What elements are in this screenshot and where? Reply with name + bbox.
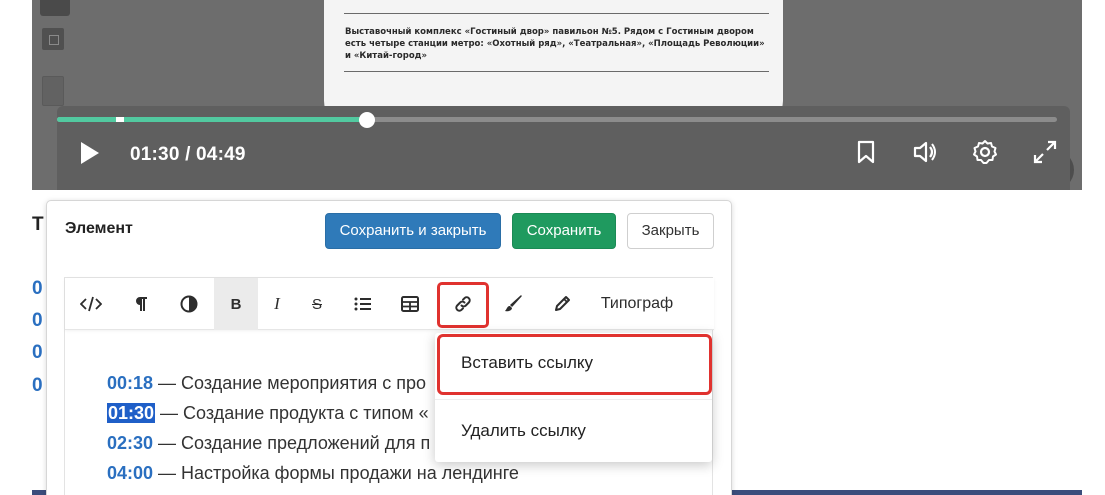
line-text: — Создание мероприятия с про xyxy=(153,373,427,393)
bold-button[interactable]: B xyxy=(214,278,258,330)
timestamp-link[interactable]: 02:30 xyxy=(107,433,153,453)
code-icon xyxy=(80,296,102,312)
page-link[interactable]: 0 xyxy=(32,310,43,332)
volume-button[interactable] xyxy=(912,138,940,166)
page-link[interactable]: 0 xyxy=(32,375,43,397)
line-text: — Создание предложений для п xyxy=(153,433,431,453)
progress-handle[interactable] xyxy=(359,112,375,128)
brush-button[interactable] xyxy=(491,278,535,330)
line-text: — Создание продукта с типом « xyxy=(155,403,429,423)
settings-button[interactable] xyxy=(971,138,999,166)
insert-link-highlight xyxy=(437,334,712,395)
timestamp-link[interactable]: 04:00 xyxy=(107,463,153,483)
paragraph-button[interactable] xyxy=(119,278,163,330)
contrast-icon xyxy=(180,295,198,313)
typograph-button[interactable]: Типограф xyxy=(589,278,685,330)
page-link[interactable]: 0 xyxy=(32,342,43,364)
gear-icon xyxy=(973,140,997,164)
document-rule xyxy=(344,13,769,14)
link-button-highlight xyxy=(437,282,489,328)
line-text: — Настройка формы продажи на лендинге xyxy=(153,463,519,483)
timestamp-link[interactable]: 00:18 xyxy=(107,373,153,393)
play-button[interactable] xyxy=(77,140,103,166)
code-button[interactable] xyxy=(69,278,113,330)
page-heading: Т xyxy=(32,214,44,235)
save-and-close-button[interactable]: Сохранить и закрыть xyxy=(325,213,501,249)
italic-icon: I xyxy=(274,294,280,313)
strikethrough-icon: S xyxy=(311,295,322,313)
fullscreen-button[interactable] xyxy=(1031,138,1059,166)
video-side-icon xyxy=(42,76,64,106)
paragraph-icon xyxy=(136,297,147,311)
list-button[interactable] xyxy=(341,278,385,330)
fullscreen-icon xyxy=(1033,140,1057,164)
content-line: 04:00 — Настройка формы продажи на ленди… xyxy=(107,458,519,488)
bold-icon: B xyxy=(230,295,242,313)
brush-icon xyxy=(505,295,522,312)
progress-bar[interactable] xyxy=(57,112,1057,128)
video-side-element xyxy=(40,0,70,16)
progress-marker xyxy=(116,117,124,122)
bookmark-button[interactable] xyxy=(852,138,880,166)
list-icon xyxy=(354,297,371,311)
italic-button[interactable]: I xyxy=(255,278,299,330)
save-button[interactable]: Сохранить xyxy=(512,213,616,249)
modal-title: Элемент xyxy=(65,220,133,237)
pencil-button[interactable] xyxy=(540,278,584,330)
strikethrough-button[interactable]: S xyxy=(295,278,339,330)
editor-toolbar: B I S Типограф xyxy=(65,278,714,330)
bookmark-icon xyxy=(857,140,875,164)
player-controls: 01:30 / 04:49 xyxy=(57,106,1070,190)
video-side-icon xyxy=(42,28,64,50)
menu-divider xyxy=(435,399,712,400)
table-button[interactable] xyxy=(388,278,432,330)
volume-icon xyxy=(913,141,936,163)
contrast-button[interactable] xyxy=(167,278,211,330)
document-text: Выставочный комплекс «Гостиный двор» пав… xyxy=(345,27,765,61)
document-rule xyxy=(344,71,769,72)
video-player[interactable]: Выставочный комплекс «Гостиный двор» пав… xyxy=(32,0,1082,190)
pencil-icon xyxy=(555,296,570,311)
video-frame-document: Выставочный комплекс «Гостиный двор» пав… xyxy=(324,0,783,123)
progress-played xyxy=(57,117,367,122)
page-link[interactable]: 0 xyxy=(32,278,43,300)
play-icon xyxy=(81,142,99,164)
close-button[interactable]: Закрыть xyxy=(627,213,714,249)
table-icon xyxy=(401,296,419,312)
remove-link-menu-item[interactable]: Удалить ссылку xyxy=(435,409,712,453)
time-display: 01:30 / 04:49 xyxy=(130,144,246,165)
timestamp-link-selected[interactable]: 01:30 xyxy=(107,403,156,423)
